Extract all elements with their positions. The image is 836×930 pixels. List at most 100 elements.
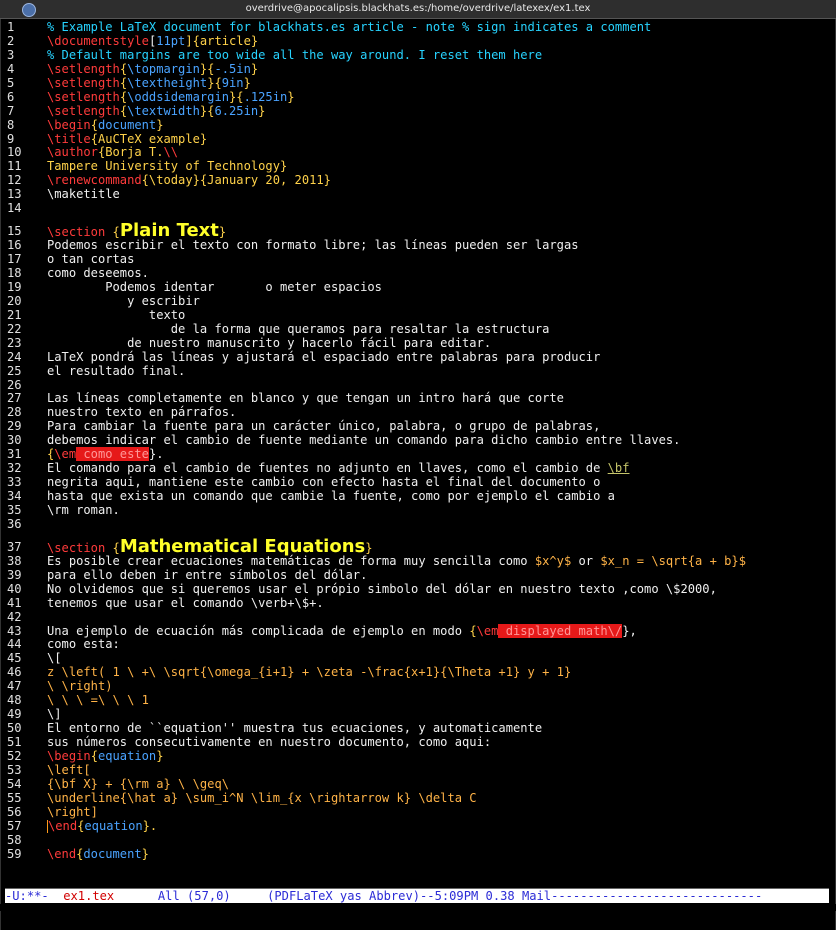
code-line[interactable]: texto: [47, 308, 831, 323]
code-token: % Default margins are too wide all the w…: [47, 47, 543, 62]
line-number: 19: [7, 279, 22, 294]
code-line[interactable]: \ \ \ =\ \ \ 1: [47, 693, 831, 708]
code-line[interactable]: Una ejemplo de ecuación más complicada d…: [47, 623, 831, 639]
code-line[interactable]: \section {Mathematical Equations}: [47, 532, 831, 557]
code-line[interactable]: sus números consecutivamente en nuestro …: [47, 735, 831, 750]
code-line[interactable]: \renewcommand{\today}{January 20, 2011}: [47, 173, 831, 188]
cursor-position: All (57,0): [114, 889, 268, 903]
code-line[interactable]: [47, 611, 831, 625]
code-token: }{: [199, 103, 215, 118]
code-line[interactable]: LaTeX pondrá las líneas y ajustará el es…: [47, 350, 831, 365]
code-line[interactable]: \title{AuCTeX example}: [47, 131, 831, 147]
code-line[interactable]: % Example LaTeX document for blackhats.e…: [47, 20, 831, 35]
code-line[interactable]: % Default margins are too wide all the w…: [47, 47, 831, 63]
code-line[interactable]: \]: [47, 707, 831, 722]
code-line[interactable]: negrita aqui, mantiene este cambio con e…: [47, 475, 831, 490]
code-line[interactable]: Podemos escribir el texto con formato li…: [47, 238, 831, 253]
code-line[interactable]: [47, 379, 831, 393]
line-number: 53: [7, 762, 22, 777]
line-number: 1: [7, 20, 15, 34]
code-line[interactable]: y escribir: [47, 294, 831, 309]
code-token: \em: [476, 623, 499, 638]
code-line[interactable]: para ello deben ir entre símbolos del dó…: [47, 568, 831, 583]
code-line[interactable]: \documentstyle[11pt]{article}: [47, 34, 831, 49]
code-line[interactable]: Es posible crear ecuaciones matemáticas …: [47, 554, 831, 569]
line-number: 45: [7, 651, 22, 666]
code-line[interactable]: Para cambiar la fuente para un carácter …: [47, 419, 831, 434]
line-number: 24: [7, 349, 22, 364]
code-line[interactable]: [47, 202, 831, 216]
code-line[interactable]: \rm roman.: [47, 503, 831, 518]
line-number: 43: [7, 623, 22, 638]
code-line[interactable]: Las líneas completamente en blanco y que…: [47, 391, 831, 406]
code-line[interactable]: Tampere University of Technology}: [47, 159, 831, 174]
code-line[interactable]: [47, 834, 831, 848]
code-line[interactable]: \maketitle: [47, 187, 831, 202]
code-line[interactable]: Podemos identar o meter espacios: [47, 280, 831, 295]
code-line[interactable]: \ \right): [47, 679, 831, 694]
code-token: \textheight: [127, 75, 208, 90]
code-token: como esta:: [47, 637, 120, 652]
code-line[interactable]: El comando para el cambio de fuentes no …: [47, 461, 831, 476]
line-number: 8: [7, 117, 15, 132]
code-line[interactable]: o tan cortas: [47, 252, 831, 267]
code-line[interactable]: \end{document}: [47, 846, 831, 862]
code-line[interactable]: No olvidemos que si queremos usar el pró…: [47, 582, 831, 597]
code-line[interactable]: \setlength{\textwidth}{6.25in}: [47, 103, 831, 119]
code-token: }: [365, 540, 373, 555]
line-number: 36: [7, 516, 22, 531]
code-line[interactable]: como esta:: [47, 637, 831, 652]
code-token: {AuCTeX example}: [90, 131, 208, 146]
code-line[interactable]: \setlength{\oddsidemargin}{.125in}: [47, 89, 831, 105]
code-token: }.: [142, 818, 158, 833]
code-line[interactable]: de nuestro manuscrito y hacerlo fácil pa…: [47, 336, 831, 351]
code-token: {: [90, 117, 98, 132]
window-titlebar[interactable]: overdrive@apocalipsis.blackhats.es:/home…: [0, 0, 836, 19]
code-line[interactable]: \[: [47, 651, 831, 666]
code-token: }: [250, 61, 259, 76]
code-line[interactable]: nuestro texto en párrafos.: [47, 405, 831, 420]
code-line[interactable]: {\em como este}.: [47, 447, 831, 462]
code-line[interactable]: \underline{\hat a} \sum_i^N \lim_{x \rig…: [47, 791, 831, 806]
code-line[interactable]: hasta que exista un comando que cambie l…: [47, 489, 831, 504]
code-line[interactable]: debemos indicar el cambio de fuente medi…: [47, 433, 831, 448]
terminal-app-icon[interactable]: [22, 3, 36, 17]
buffer-name[interactable]: ex1.tex: [63, 889, 114, 903]
code-line[interactable]: como deseemos.: [47, 266, 831, 281]
editor-buffer[interactable]: % Example LaTeX document for blackhats.e…: [47, 20, 831, 862]
line-number: 47: [7, 679, 22, 694]
code-token: }: [287, 89, 295, 104]
code-token: nuestro texto en párrafos.: [47, 405, 237, 420]
code-line[interactable]: \begin{document}: [47, 117, 831, 133]
code-line[interactable]: \setlength{\topmargin}{-.5in}: [47, 61, 831, 77]
code-line[interactable]: \setlength{\textheight}{9in}: [47, 75, 831, 91]
code-token: % Example LaTeX document for blackhats.e…: [47, 20, 652, 34]
code-token: \ \right): [47, 679, 113, 694]
code-line[interactable]: \left[: [47, 763, 831, 778]
line-number: 56: [7, 804, 22, 819]
code-line[interactable]: tenemos que usar el comando \verb+\$+.: [47, 596, 831, 611]
line-number: 33: [7, 475, 22, 490]
echo-area[interactable]: [0, 904, 836, 911]
code-token: \end: [47, 846, 77, 861]
code-line[interactable]: El entorno de ``equation'' muestra tus e…: [47, 721, 831, 736]
code-line[interactable]: de la forma que queramos para resaltar l…: [47, 322, 831, 337]
code-line[interactable]: {\bf X} + {\rm a} \ \geq\: [47, 777, 831, 792]
code-token: sus números consecutivamente en nuestro …: [47, 735, 492, 749]
code-line[interactable]: \right]: [47, 805, 831, 820]
code-line[interactable]: \end{equation}.: [47, 818, 831, 834]
code-line[interactable]: el resultado final.: [47, 364, 831, 379]
line-number: 50: [7, 721, 22, 736]
code-token: }: [258, 103, 266, 118]
code-line[interactable]: z \left( 1 \ +\ \sqrt{\omega_{i+1} + \ze…: [47, 665, 831, 680]
code-token: }: [141, 846, 149, 861]
line-number: 44: [7, 637, 22, 652]
line-number: 11: [7, 159, 22, 174]
code-line[interactable]: \section {Plain Text}: [47, 216, 831, 241]
code-token: }{: [229, 89, 244, 104]
code-line[interactable]: \author{Borja T.\\: [47, 145, 831, 160]
code-line[interactable]: [47, 518, 831, 532]
line-number: 20: [7, 293, 22, 308]
mode-line[interactable]: -U:**- ex1.tex All (57,0) (PDFLaTeX yas …: [5, 888, 829, 903]
code-line[interactable]: \begin{equation}: [47, 749, 831, 764]
